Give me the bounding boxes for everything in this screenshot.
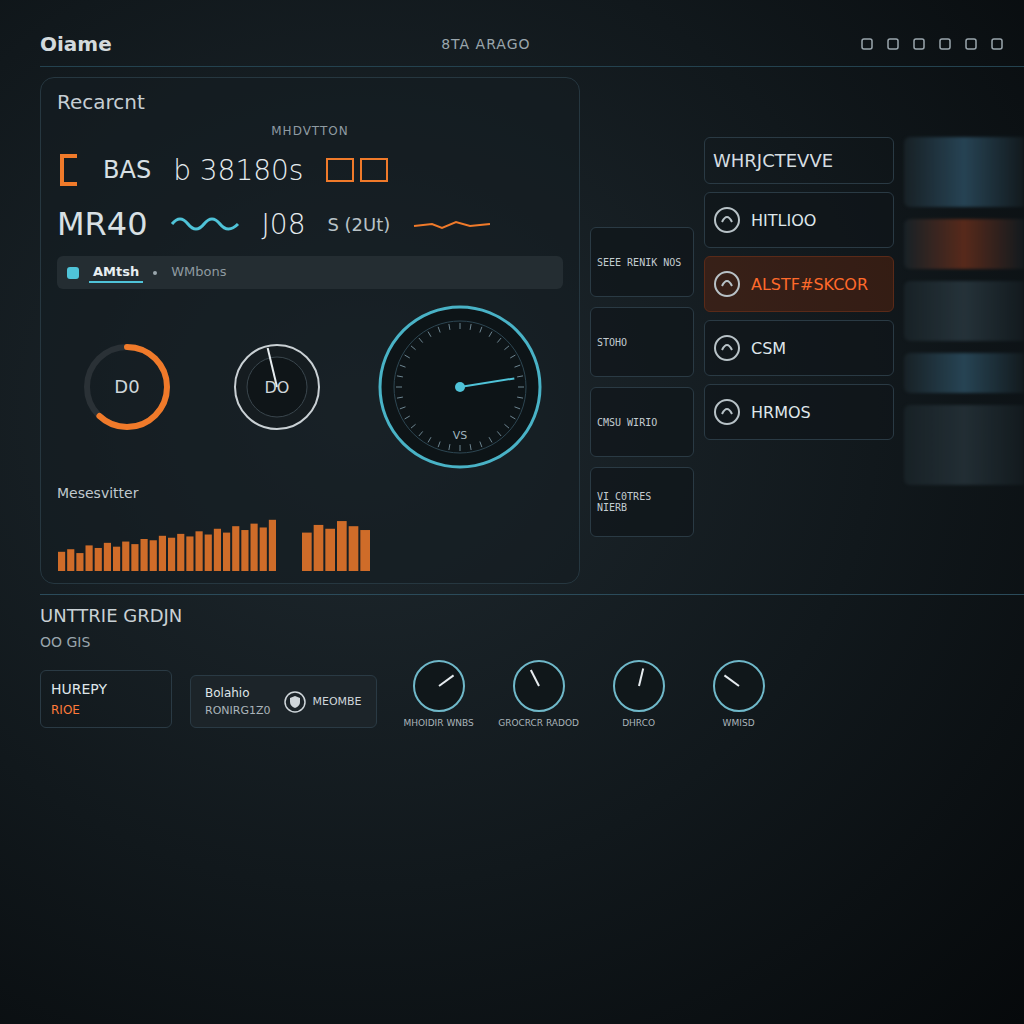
toolbar-icon[interactable] <box>886 37 900 51</box>
stat-row: BAS b 38180s <box>57 148 563 192</box>
dial-gauge: VS <box>372 299 548 475</box>
circle-icon <box>713 398 741 426</box>
bottom-subtitle: OO GIS <box>40 634 1004 650</box>
dashboard: Oiame 8TA ARAGO Recarcnt MHDVTTON BAS b 38180… <box>0 0 1024 1024</box>
header: Oiame 8TA ARAGO <box>40 22 1024 67</box>
center-card[interactable]: Bolahio RONIRG1Z0 MEOMBE <box>190 675 377 728</box>
circle-icon <box>713 206 741 234</box>
center-subtitle: RONIRG1Z0 <box>205 704 270 717</box>
dial-label: WMISD <box>723 718 755 728</box>
stat-value: b 38180s <box>173 154 303 187</box>
monitor-label: HITLIOO <box>751 211 816 230</box>
center-title: Bolahio <box>205 686 270 700</box>
blurred-panel <box>904 137 1024 207</box>
monitor-row[interactable]: HITLIOO <box>704 192 894 248</box>
tab-bar: AMtsh WMbons <box>57 256 563 289</box>
overview-panel: Recarcnt MHDVTTON BAS b 38180s MR40 J08 S (2Ut… <box>40 77 580 584</box>
boxes-icon <box>325 155 395 185</box>
stat-code: MR40 <box>57 205 148 243</box>
badge: MEOMBE <box>284 691 361 713</box>
toolbar-icon[interactable] <box>990 37 1004 51</box>
svg-text:VS: VS <box>453 429 468 442</box>
bracket-icon <box>57 153 81 187</box>
stat-note: S (2Ut) <box>327 214 390 235</box>
header-caption: 8TA ARAGO <box>136 36 836 52</box>
tab-mark <box>67 267 79 279</box>
toolbar-icon[interactable] <box>860 37 874 51</box>
feed-title: STOHO <box>597 337 627 348</box>
mini-dial <box>611 658 667 714</box>
main-bars <box>57 507 277 571</box>
dial-item: WMISD <box>695 658 783 728</box>
monitor-label: CSM <box>751 339 786 358</box>
tab-separator <box>153 271 157 275</box>
blurred-panel <box>904 405 1024 485</box>
blurred-panel <box>904 353 1024 393</box>
stat-card-value: RIOE <box>51 703 161 717</box>
bottom-row: HUREPY RIOE Bolahio RONIRG1Z0 MEOMBE MHOIDIR … <box>40 658 1004 728</box>
feed-title: CMSU WIRIO <box>597 417 657 428</box>
chart-title: Mesesvitter <box>57 485 563 501</box>
monitor-panel: WHRJCTEVVE HITLIOO ALSTF#SKCOR CSM HRMOS <box>704 77 894 584</box>
circle-icon <box>713 270 741 298</box>
body: Recarcnt MHDVTTON BAS b 38180s MR40 J08 S (2Ut… <box>40 77 1024 584</box>
monitor-label: HRMOS <box>751 403 811 422</box>
monitor-label: ALSTF#SKCOR <box>751 275 868 294</box>
dial-item: MHOIDIR WNBS <box>395 658 483 728</box>
center-text: Bolahio RONIRG1Z0 <box>205 686 270 717</box>
blurred-panel <box>904 219 1024 269</box>
dial-item: GROCRCR RADOD <box>495 658 583 728</box>
chart-row <box>57 507 563 571</box>
feed-card[interactable]: SEEE RENIK NOS <box>590 227 694 297</box>
monitor-row[interactable]: ALSTF#SKCOR <box>704 256 894 312</box>
toolbar-icon[interactable] <box>964 37 978 51</box>
panel-title: Recarcnt <box>57 90 563 114</box>
feed-title: VI C0TRES NIERB <box>597 491 687 513</box>
stat-value: J08 <box>262 208 306 241</box>
feed-card[interactable]: CMSU WIRIO <box>590 387 694 457</box>
ring-gauge: D0 <box>72 332 182 442</box>
monitor-row[interactable]: HRMOS <box>704 384 894 440</box>
mini-dial <box>511 658 567 714</box>
blurred-panel <box>904 281 1024 341</box>
mini-dial <box>411 658 467 714</box>
feed-list: SEEE RENIK NOS STOHO CMSU WIRIO VI C0TRES N… <box>590 77 694 584</box>
bar-chart: Mesesvitter <box>57 485 563 571</box>
dial-item: DHRCO <box>595 658 683 728</box>
toolbar-icon[interactable] <box>912 37 926 51</box>
feed-card[interactable]: VI C0TRES NIERB <box>590 467 694 537</box>
dial-strip: MHOIDIR WNBS GROCRCR RADOD DHRCO WMISD <box>395 658 783 728</box>
side-bars <box>301 507 371 571</box>
app-title: Oiame <box>40 32 112 56</box>
stat-row: MR40 J08 S (2Ut) <box>57 202 563 246</box>
stat-card: HUREPY RIOE <box>40 670 172 728</box>
circle-icon <box>713 334 741 362</box>
panel-subtitle: MHDVTTON <box>57 124 563 138</box>
monitor-row[interactable]: CSM <box>704 320 894 376</box>
knob-gauge[interactable]: DO <box>222 332 332 442</box>
mini-dial <box>711 658 767 714</box>
trend-icon <box>412 214 492 234</box>
gauge-row: D0 DO VS <box>57 299 563 475</box>
header-icons <box>860 37 1004 51</box>
side-panels <box>904 77 1024 584</box>
svg-text:D0: D0 <box>114 376 139 397</box>
tab[interactable]: WMbons <box>167 262 230 283</box>
svg-text:DO: DO <box>265 378 290 397</box>
dial-label: MHOIDIR WNBS <box>403 718 473 728</box>
feed-card[interactable]: STOHO <box>590 307 694 377</box>
tab[interactable]: AMtsh <box>89 262 143 283</box>
stat-card-label: HUREPY <box>51 681 161 697</box>
toolbar-icon[interactable] <box>938 37 952 51</box>
feed-title: SEEE RENIK NOS <box>597 257 681 268</box>
dial-label: DHRCO <box>622 718 655 728</box>
shield-icon <box>284 691 306 713</box>
bottom-title: UNTTRIE GRDJN <box>40 605 1004 626</box>
stat-code: BAS <box>103 156 151 184</box>
bottom-panel: UNTTRIE GRDJN OO GIS HUREPY RIOE Bolahio RONI… <box>40 594 1024 728</box>
monitor-title: WHRJCTEVVE <box>704 137 894 184</box>
wave-icon <box>170 212 240 236</box>
dial-label: GROCRCR RADOD <box>498 718 579 728</box>
